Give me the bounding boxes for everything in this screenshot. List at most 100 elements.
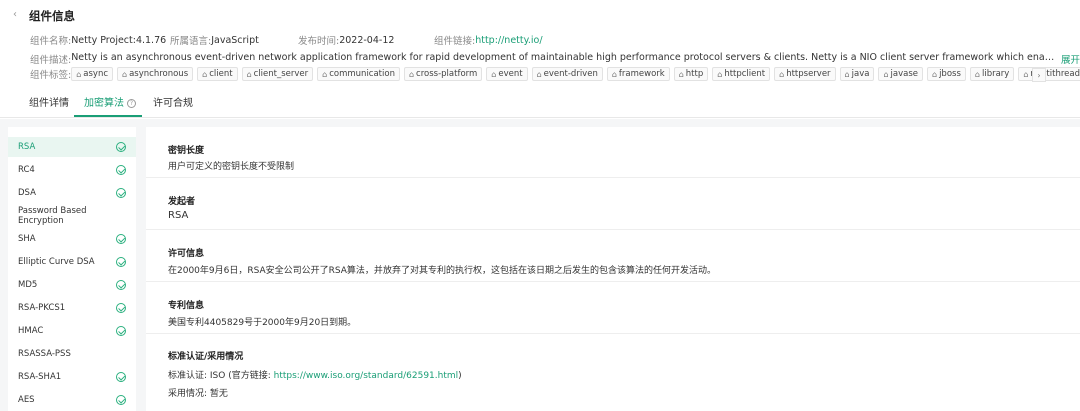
standard-adoption: 采用情况: 暂无	[168, 389, 228, 399]
tag-chip[interactable]: ⌂ framework	[606, 67, 670, 81]
chevron-right-icon[interactable]: ›	[1032, 68, 1046, 82]
algorithm-name: Elliptic Curve DSA	[18, 257, 95, 267]
check-circle-icon	[116, 303, 126, 313]
algorithm-item[interactable]: RSA-PKCS1	[8, 298, 136, 318]
meta-lang: 所属语言: JavaScript	[170, 33, 298, 48]
tag-icon: ⌂	[717, 69, 723, 79]
algorithm-item[interactable]: MD5	[8, 275, 136, 295]
algorithm-name: RC4	[18, 165, 35, 175]
meta-row: 组件名称: Netty Project:4.1.76 所属语言: JavaScr…	[30, 33, 543, 48]
initiator-title: 发起者	[168, 197, 196, 207]
tag-icon: ⌂	[678, 69, 684, 79]
tab-license-compliance[interactable]: 许可合规	[153, 94, 193, 109]
tag-chip[interactable]: ⌂ cross-platform	[403, 67, 483, 81]
tag-icon: ⌂	[883, 69, 889, 79]
algorithm-item[interactable]: AES	[8, 390, 136, 410]
meta-name: 组件名称: Netty Project:4.1.76	[30, 33, 170, 48]
standard-section: 标准认证/采用情况 标准认证: ISO (官方链接: https://www.i…	[146, 334, 1080, 411]
tag-icon: ⌂	[408, 69, 415, 79]
algorithm-name: RSA-PKCS1	[18, 303, 66, 313]
tag-label: java	[851, 69, 870, 79]
patent-section: 专利信息 美国专利4405829号于2000年9月20日到期。	[146, 282, 1080, 334]
date-value: 2022-04-12	[339, 34, 395, 46]
description-text: Netty is an asynchronous event-driven ne…	[71, 52, 1055, 63]
expand-button[interactable]: 展开	[1061, 52, 1080, 66]
key-length-title: 密钥长度	[168, 146, 205, 156]
tag-chip[interactable]: ⌂ communication	[317, 67, 400, 81]
tag-label: jboss	[939, 69, 961, 79]
description-row: 组件描述: Netty is an asynchronous event-dri…	[30, 52, 1080, 66]
tag-chip[interactable]: ⌂ library	[969, 67, 1015, 81]
tag-chip[interactable]: ⌂ httpclient	[712, 67, 771, 81]
tag-chip[interactable]: ⌂ asynchronous	[117, 67, 194, 81]
tag-label: communication	[329, 69, 395, 79]
algorithm-item[interactable]: SHA	[8, 229, 136, 249]
algorithm-detail-panel: 密钥长度 用户可定义的密钥长度不受限制 发起者 RSA 许可信息 在2000年9…	[146, 127, 1080, 411]
algorithm-name: RSASSA-PSS	[18, 349, 71, 359]
name-label: 组件名称:	[30, 36, 72, 47]
component-link[interactable]: http://netty.io/	[475, 35, 542, 46]
standard-cert-label: 标准认证: ISO (官方链接:	[168, 371, 271, 381]
tag-chip[interactable]: ⌂ javase	[878, 67, 923, 81]
tag-chip[interactable]: ⌂ jboss	[926, 67, 966, 81]
tag-chip[interactable]: ⌂ java	[839, 67, 875, 81]
tag-chip[interactable]: ⌂ event-driven	[531, 67, 603, 81]
tag-chip[interactable]: ⌂ client_server	[241, 67, 314, 81]
component-header: ‹ 组件信息 组件名称: Netty Project:4.1.76 所属语言: …	[0, 0, 1080, 118]
standard-cert: 标准认证: ISO (官方链接: https://www.iso.org/sta…	[168, 368, 462, 381]
algorithm-item[interactable]: RSA-SHA1	[8, 367, 136, 387]
tags-label: 组件标签:	[30, 70, 72, 81]
tag-label: httpserver	[786, 69, 831, 79]
tag-icon: ⌂	[611, 69, 617, 79]
algorithm-item[interactable]: DSA	[8, 183, 136, 203]
description-label: 组件描述:	[30, 55, 72, 66]
algorithm-item[interactable]: Password Based Encryption	[8, 206, 136, 226]
algorithm-item[interactable]: RC4	[8, 160, 136, 180]
tag-icon: ⌂	[844, 69, 850, 79]
tag-chip[interactable]: ⌂ http	[673, 67, 709, 81]
algorithm-item[interactable]: Elliptic Curve DSA	[8, 252, 136, 272]
meta-date: 发布时间: 2022-04-12	[298, 33, 434, 48]
check-circle-icon	[116, 372, 126, 382]
iso-standard-link[interactable]: https://www.iso.org/standard/62591.html	[274, 371, 459, 381]
page-title: 组件信息	[29, 9, 75, 23]
tag-list: ⌂ async ⌂ asynchronous ⌂ client ⌂ client_server…	[71, 67, 1080, 81]
algorithm-name: DSA	[18, 188, 36, 198]
tag-chip[interactable]: ⌂ client	[197, 67, 238, 81]
tag-chip[interactable]: ⌂ httpserver	[774, 67, 836, 81]
tag-icon: ⌂	[491, 69, 497, 79]
tag-chip[interactable]: ⌂multithreaded	[1018, 67, 1080, 81]
algorithm-name: SHA	[18, 234, 36, 244]
algorithm-name: RSA	[18, 142, 36, 152]
check-circle-icon	[116, 326, 126, 336]
algorithm-name: Password Based Encryption	[18, 206, 87, 226]
tag-icon: ⌂	[931, 69, 938, 79]
tag-chip[interactable]: ⌂ event	[486, 67, 528, 81]
check-circle-icon	[116, 257, 126, 267]
tag-chip[interactable]: ⌂ async	[71, 67, 114, 81]
algorithm-name: MD5	[18, 280, 38, 290]
chevron-left-icon[interactable]: ‹	[13, 9, 17, 20]
help-icon[interactable]: ?	[127, 99, 136, 108]
lang-value: JavaScript	[211, 34, 259, 46]
link-label: 组件链接:	[434, 36, 476, 47]
check-circle-icon	[116, 395, 126, 405]
tag-label: event	[498, 69, 523, 79]
algorithm-item[interactable]: RSASSA-PSS	[8, 344, 136, 364]
tab-component-details[interactable]: 组件详情	[29, 94, 69, 109]
key-length-section: 密钥长度 用户可定义的密钥长度不受限制	[146, 127, 1080, 178]
tab-bar: 组件详情 加密算法? 许可合规	[0, 86, 1080, 118]
tag-label: event-driven	[543, 69, 598, 79]
tab-encryption-algorithms[interactable]: 加密算法?	[84, 94, 136, 109]
name-value: Netty Project:4.1.76	[71, 34, 167, 46]
tag-label: client	[209, 69, 233, 79]
tag-label: library	[981, 69, 1010, 79]
tag-icon: ⌂	[322, 69, 328, 79]
tag-label: client_server	[253, 69, 309, 79]
tag-label: httpclient	[724, 69, 766, 79]
tag-icon: ⌂	[779, 69, 785, 79]
tag-label: http	[685, 69, 704, 79]
algorithm-item[interactable]: HMAC	[8, 321, 136, 341]
algorithm-item[interactable]: RSA	[8, 137, 136, 157]
tag-icon: ⌂	[536, 69, 542, 79]
